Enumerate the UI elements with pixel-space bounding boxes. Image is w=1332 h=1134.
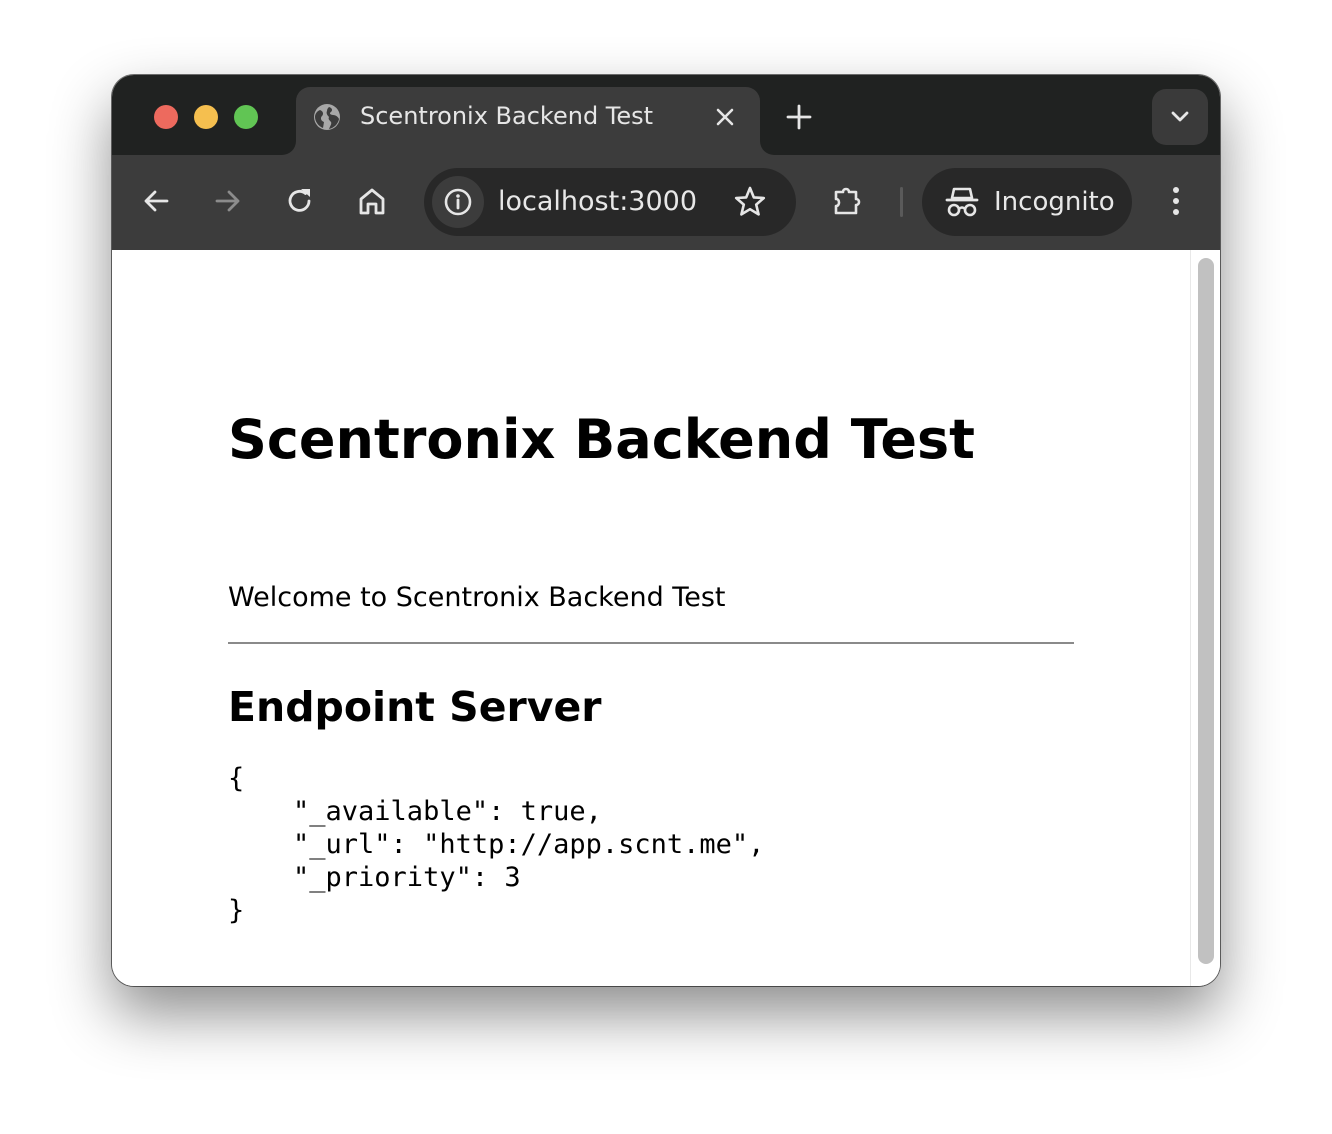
incognito-profile-button[interactable]: Incognito bbox=[922, 168, 1132, 236]
incognito-label: Incognito bbox=[994, 187, 1115, 217]
home-icon[interactable] bbox=[354, 183, 390, 219]
browser-toolbar: localhost:3000 Incognito bbox=[112, 155, 1220, 250]
close-window-button[interactable] bbox=[154, 105, 178, 129]
json-line: "_available": true, bbox=[228, 796, 602, 827]
address-url[interactable]: localhost:3000 bbox=[498, 184, 697, 220]
tab-strip: Scentronix Backend Test bbox=[112, 75, 1220, 155]
welcome-text: Welcome to Scentronix Backend Test bbox=[228, 582, 726, 613]
bookmark-star-icon[interactable] bbox=[732, 184, 768, 220]
globe-icon bbox=[312, 102, 342, 132]
forward-arrow-icon[interactable] bbox=[210, 183, 246, 219]
endpoint-json-block: { "_available": true, "_url": "http://ap… bbox=[228, 762, 764, 927]
json-line: "_priority": 3 bbox=[228, 862, 521, 893]
vertical-scrollbar[interactable] bbox=[1190, 250, 1220, 986]
incognito-icon bbox=[945, 187, 979, 217]
browser-tab-active[interactable]: Scentronix Backend Test bbox=[296, 87, 760, 155]
more-menu-kebab-icon[interactable] bbox=[1158, 183, 1194, 219]
reload-icon[interactable] bbox=[282, 183, 318, 219]
json-line: } bbox=[228, 895, 245, 926]
page-title: Scentronix Backend Test bbox=[228, 408, 975, 471]
address-bar[interactable]: localhost:3000 bbox=[424, 168, 796, 236]
zoom-window-button[interactable] bbox=[234, 105, 258, 129]
json-line: { bbox=[228, 763, 245, 794]
back-arrow-icon[interactable] bbox=[138, 183, 174, 219]
page-viewport: Scentronix Backend Test Welcome to Scent… bbox=[112, 250, 1220, 986]
site-info-button[interactable] bbox=[432, 176, 484, 228]
horizontal-rule bbox=[228, 642, 1074, 644]
section-title-endpoint-server: Endpoint Server bbox=[228, 683, 602, 731]
extensions-puzzle-icon[interactable] bbox=[830, 183, 866, 219]
toolbar-divider bbox=[900, 187, 903, 217]
minimize-window-button[interactable] bbox=[194, 105, 218, 129]
browser-window: Scentronix Backend Test localhost:3000 I… bbox=[112, 75, 1220, 986]
tab-title: Scentronix Backend Test bbox=[360, 102, 654, 130]
new-tab-plus-icon[interactable] bbox=[782, 100, 816, 134]
chevron-down-icon bbox=[1171, 111, 1189, 122]
tab-search-button[interactable] bbox=[1152, 89, 1208, 145]
close-icon[interactable] bbox=[710, 102, 740, 132]
json-line: "_url": "http://app.scnt.me", bbox=[228, 829, 765, 860]
info-icon bbox=[444, 188, 472, 216]
scrollbar-thumb[interactable] bbox=[1198, 258, 1214, 964]
